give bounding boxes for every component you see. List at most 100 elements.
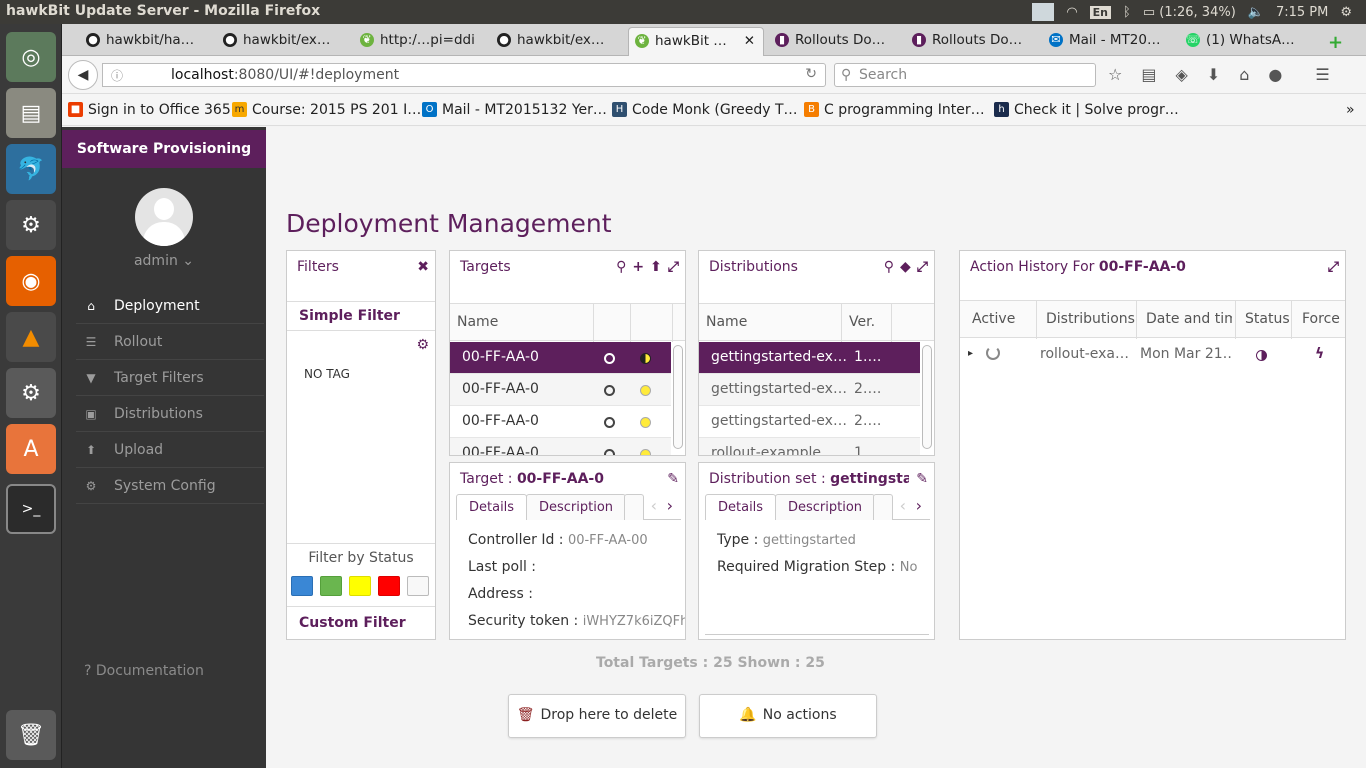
table-row[interactable]: gettingstarted-ex… 2….	[699, 406, 920, 438]
software-center-icon[interactable]: A	[6, 424, 56, 474]
sidebar-item-upload[interactable]: ⬆ Upload	[76, 434, 264, 468]
table-row[interactable]: 00-FF-AA-0	[450, 374, 671, 406]
chevron-left-icon[interactable]: ‹	[651, 496, 657, 515]
search-bar[interactable]: ⚲ Search	[834, 63, 1096, 87]
tab-ddi-api[interactable]: ❦ http:/…pi=ddi	[354, 27, 486, 56]
search-icon[interactable]: ⚲	[884, 259, 894, 275]
qr-app-icon[interactable]	[1032, 3, 1055, 21]
language-indicator[interactable]: En	[1089, 5, 1112, 19]
wifi-icon[interactable]: ◠	[1066, 5, 1077, 20]
tab-hawkbit-github-1[interactable]: ● hawkbit/ha…	[80, 27, 212, 56]
table-row[interactable]: 00-FF-AA-0	[450, 406, 671, 438]
no-actions-button[interactable]: 🔔 No actions	[699, 694, 877, 738]
col-date-time[interactable]: Date and tim	[1146, 311, 1232, 327]
documentation-link[interactable]: ? Documentation	[84, 663, 204, 679]
distributions-scrollbar[interactable]	[922, 345, 932, 449]
reading-list-icon[interactable]: ▤	[1141, 65, 1156, 84]
clock[interactable]: 7:15 PM	[1276, 5, 1328, 20]
bookmarks-overflow-icon[interactable]: »	[1346, 102, 1355, 118]
tab-more[interactable]	[873, 494, 893, 520]
sidebar-item-distributions[interactable]: ▣ Distributions	[76, 398, 264, 432]
files-icon[interactable]: ▤	[6, 88, 56, 138]
tab-details[interactable]: Details	[705, 494, 777, 520]
bookmark-check-it[interactable]: h Check it | Solve progr…	[994, 102, 1179, 118]
reload-icon[interactable]: ↻	[805, 66, 817, 82]
bluetooth-icon[interactable]: ᛒ	[1123, 5, 1131, 20]
volume-icon[interactable]: 🔈	[1248, 5, 1264, 20]
terminal-icon[interactable]: >_	[6, 484, 56, 534]
trash-icon[interactable]: 🗑	[6, 710, 56, 760]
new-tab-button[interactable]: +	[1320, 27, 1350, 56]
tab-rollouts-docs-1[interactable]: ▮ Rollouts Do…	[769, 27, 901, 56]
col-status[interactable]: Status	[1245, 311, 1289, 327]
table-row[interactable]: gettingstarted-ex… 1….	[699, 342, 920, 374]
maximize-icon[interactable]: ⤢	[668, 259, 679, 275]
bulk-upload-icon[interactable]: ⬆	[650, 259, 662, 275]
tab-hawkbit-active[interactable]: ❦ hawkBit … ✕	[628, 27, 764, 56]
download-icon[interactable]: ⬇	[1207, 65, 1220, 84]
bookmark-star-icon[interactable]: ☆	[1108, 65, 1122, 84]
info-icon[interactable]: ⓘ	[111, 67, 123, 84]
status-error-button[interactable]	[378, 576, 400, 596]
url-bar[interactable]: ⓘ localhost:8080/UI/#!deployment ↻	[102, 63, 826, 87]
bookmark-c-programming[interactable]: B C programming Inter…	[804, 102, 985, 118]
expand-arrow-icon[interactable]: ▸	[968, 348, 973, 359]
table-row[interactable]: rollout-example 1	[699, 438, 920, 455]
close-tab-icon[interactable]: ✕	[744, 33, 755, 49]
battery-indicator[interactable]: ▭ (1:26, 34%)	[1143, 5, 1236, 20]
table-row[interactable]: ▸ rollout-exa… Mon Mar 21… ϟ	[960, 339, 1345, 371]
mysql-workbench-icon[interactable]: 🐬	[6, 144, 56, 194]
add-icon[interactable]: +	[632, 259, 644, 275]
pocket-icon[interactable]: ◈	[1175, 65, 1187, 84]
table-row[interactable]: 00-FF-AA-0	[450, 342, 671, 374]
chevron-right-icon[interactable]: ›	[667, 496, 673, 515]
close-icon[interactable]: ✖	[417, 259, 429, 275]
tab-whatsapp[interactable]: ☏ (1) WhatsA…	[1180, 27, 1312, 56]
bookmark-course[interactable]: m Course: 2015 PS 201 I…	[232, 102, 421, 118]
edit-icon[interactable]: ✎	[916, 471, 928, 487]
sidebar-item-system-config[interactable]: ⚙ System Config	[76, 470, 264, 504]
sidebar-item-rollout[interactable]: ☰ Rollout	[76, 326, 264, 360]
drop-delete-zone[interactable]: 🗑 Drop here to delete	[508, 694, 686, 738]
simple-filter-header[interactable]: Simple Filter	[287, 301, 435, 331]
tab-details[interactable]: Details	[456, 494, 528, 520]
status-unknown-button[interactable]	[291, 576, 313, 596]
maximize-icon[interactable]: ⤢	[1328, 259, 1339, 275]
bookmark-mail[interactable]: O Mail - MT2015132 Yer…	[422, 102, 607, 118]
tab-description[interactable]: Description	[775, 494, 876, 520]
system-settings-icon[interactable]: ⚙	[6, 368, 56, 418]
col-name[interactable]: Name	[457, 314, 498, 330]
chevron-right-icon[interactable]: ›	[916, 496, 922, 515]
table-row[interactable]: 00-FF-AA-0	[450, 438, 671, 455]
tab-hawkbit-github-2[interactable]: ● hawkbit/ex…	[217, 27, 349, 56]
no-tag-filter[interactable]: NO TAG	[304, 367, 350, 381]
chat-icon[interactable]: ●	[1268, 65, 1282, 84]
status-in-sync-button[interactable]	[320, 576, 342, 596]
bookmark-office365[interactable]: ■ Sign in to Office 365	[68, 102, 231, 118]
search-icon[interactable]: ⚲	[616, 259, 626, 275]
sidebar-item-target-filters[interactable]: ▼ Target Filters	[76, 362, 264, 396]
back-button[interactable]: ◀	[68, 60, 98, 90]
tab-mail[interactable]: ✉ Mail - MT20…	[1043, 27, 1175, 56]
maximize-icon[interactable]: ⤢	[917, 259, 928, 275]
tab-description[interactable]: Description	[526, 494, 627, 520]
status-pending-button[interactable]	[349, 576, 371, 596]
vlc-icon[interactable]: ▲	[6, 312, 56, 362]
avatar[interactable]	[135, 188, 193, 246]
chevron-left-icon[interactable]: ‹	[900, 496, 906, 515]
tab-hawkbit-github-3[interactable]: ● hawkbit/ex…	[491, 27, 623, 56]
table-row[interactable]: gettingstarted-ex… 2….	[699, 374, 920, 406]
menu-icon[interactable]: ☰	[1315, 65, 1329, 84]
sidebar-item-deployment[interactable]: ⌂ Deployment	[76, 290, 264, 324]
custom-filter-header[interactable]: Custom Filter	[299, 615, 406, 631]
status-registered-button[interactable]	[407, 576, 429, 596]
eclipse-javaee-icon[interactable]: ⚙	[6, 200, 56, 250]
targets-scrollbar[interactable]	[673, 345, 683, 449]
col-name[interactable]: Name	[706, 314, 747, 330]
user-menu[interactable]: admin ⌄	[62, 253, 266, 269]
col-version[interactable]: Ver.	[849, 314, 875, 330]
col-distributions[interactable]: Distributions	[1046, 311, 1138, 327]
col-force[interactable]: Force	[1302, 311, 1344, 327]
bookmark-codemonk[interactable]: H Code Monk (Greedy T…	[612, 102, 798, 118]
settings-gear-icon[interactable]: ⚙	[416, 337, 429, 353]
